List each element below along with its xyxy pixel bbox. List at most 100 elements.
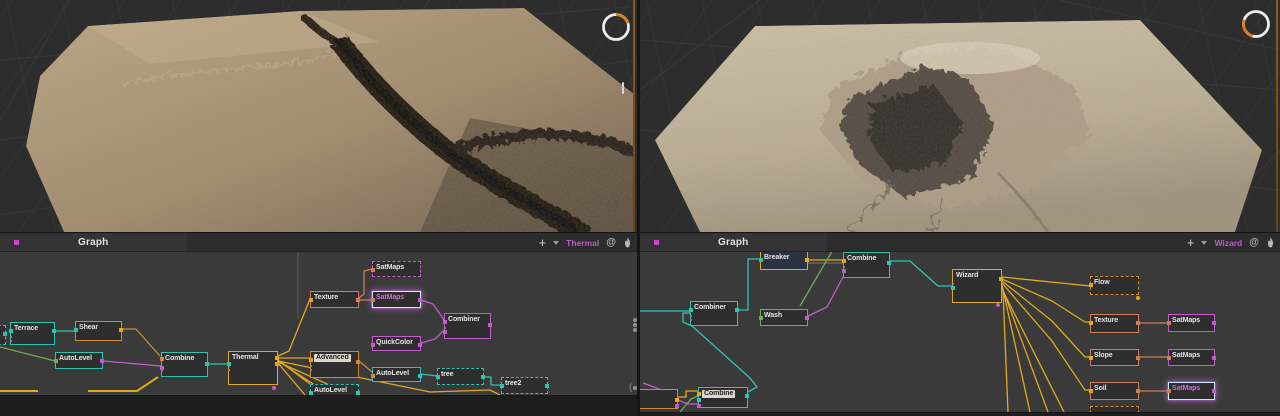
graph-node-texture[interactable]: Texture	[310, 291, 359, 308]
graph-node[interactable]	[640, 389, 678, 409]
graph-node-tree[interactable]: tree	[437, 368, 484, 385]
node-port[interactable]	[356, 360, 360, 364]
node-port[interactable]	[436, 375, 440, 379]
graph-node-satmaps[interactable]: SatMaps	[372, 261, 421, 277]
node-port[interactable]	[275, 362, 279, 366]
node-port[interactable]	[1089, 321, 1093, 325]
node-port[interactable]	[1212, 356, 1216, 360]
vertical-splitter[interactable]	[637, 0, 640, 416]
node-port[interactable]	[1212, 389, 1216, 393]
graph-node-satmaps[interactable]: SatMaps	[1168, 382, 1215, 400]
graph-canvas-left[interactable]: Terrace Shear AutoLevel Combine Thermal Textu…	[0, 252, 637, 416]
graph-node-satmaps[interactable]: SatMaps	[372, 291, 421, 308]
node-port[interactable]	[119, 328, 123, 332]
graph-node-autolevel[interactable]: AutoLevel	[55, 352, 103, 369]
node-port[interactable]	[371, 268, 375, 272]
add-node-button[interactable]: +	[539, 236, 547, 249]
graph-node-slope[interactable]: Slope	[1090, 349, 1139, 366]
node-port[interactable]	[275, 356, 279, 360]
node-port[interactable]	[356, 298, 360, 302]
graph-canvas-right[interactable]: Combiner Breaker Combine Wash Wizard Flow Text…	[640, 252, 1280, 416]
node-port[interactable]	[675, 398, 679, 402]
splitter-handle[interactable]	[622, 82, 624, 94]
node-port[interactable]	[745, 394, 749, 398]
node-port[interactable]	[418, 374, 422, 378]
graph-node-combiner[interactable]: Combiner	[444, 313, 491, 339]
portal-icon[interactable]: @	[1249, 237, 1259, 248]
node-port[interactable]	[309, 298, 313, 302]
node-port[interactable]	[735, 308, 739, 312]
node-port[interactable]	[1212, 321, 1216, 325]
viewport-3d-left[interactable]	[0, 0, 637, 232]
node-port[interactable]	[1136, 321, 1140, 325]
node-port[interactable]	[443, 320, 447, 324]
collapse-handle[interactable]: (	[629, 382, 632, 392]
graph-node-thermal[interactable]: Thermal	[228, 351, 278, 385]
compass-gizmo[interactable]	[600, 11, 632, 43]
node-port[interactable]	[999, 277, 1003, 281]
node-port[interactable]	[759, 316, 763, 320]
node-port[interactable]	[488, 323, 492, 327]
graph-node-wizard[interactable]: Wizard	[952, 269, 1002, 303]
node-port[interactable]	[697, 392, 701, 396]
node-port[interactable]	[100, 359, 104, 363]
node-port[interactable]	[74, 328, 78, 332]
graph-node-advanced[interactable]: Advanced	[310, 351, 359, 378]
graph-node-wash[interactable]: Wash	[760, 309, 808, 326]
node-port[interactable]	[887, 261, 891, 265]
graph-node-combiner[interactable]: Combiner	[690, 301, 738, 326]
chevron-down-icon[interactable]	[1201, 241, 1207, 245]
flame-icon[interactable]	[1266, 237, 1275, 248]
graph-node-quickcolor[interactable]: QuickColor	[372, 336, 421, 351]
graph-node-breaker[interactable]: Breaker	[760, 252, 808, 270]
graph-node-flow[interactable]: Flow	[1090, 276, 1139, 295]
graph-node-combine[interactable]: Combine	[161, 352, 208, 377]
compass-gizmo[interactable]	[1240, 8, 1272, 40]
node-port[interactable]	[205, 362, 209, 366]
node-port[interactable]	[1089, 389, 1093, 393]
node-port[interactable]	[842, 259, 846, 263]
node-port[interactable]	[805, 258, 809, 262]
graph-node-soil[interactable]: Soil	[1090, 382, 1139, 400]
node-port[interactable]	[697, 398, 701, 402]
portal-icon[interactable]: @	[606, 237, 616, 248]
node-port[interactable]	[9, 329, 13, 333]
node-port[interactable]	[1089, 356, 1093, 360]
graph-node-terrace[interactable]: Terrace	[10, 322, 55, 345]
node-port[interactable]	[1136, 389, 1140, 393]
node-port[interactable]	[3, 332, 7, 336]
graph-node[interactable]	[0, 325, 6, 345]
node-port[interactable]	[418, 343, 422, 347]
graph-node-combine[interactable]: Combine	[843, 252, 890, 278]
node-port[interactable]	[697, 404, 701, 408]
node-port[interactable]	[805, 316, 809, 320]
graph-node-texture[interactable]: Texture	[1090, 314, 1139, 333]
graph-node-satmaps[interactable]: SatMaps	[1168, 314, 1215, 332]
node-port[interactable]	[545, 384, 549, 388]
node-port[interactable]	[500, 384, 504, 388]
node-port[interactable]	[689, 308, 693, 312]
node-port[interactable]	[1167, 321, 1171, 325]
node-port[interactable]	[1089, 283, 1093, 287]
chevron-down-icon[interactable]	[553, 241, 559, 245]
node-port[interactable]	[481, 375, 485, 379]
node-port[interactable]	[371, 374, 375, 378]
node-port[interactable]	[52, 329, 56, 333]
node-port[interactable]	[418, 298, 422, 302]
node-port[interactable]	[309, 358, 313, 362]
flame-icon[interactable]	[623, 237, 632, 248]
graph-node-shear[interactable]: Shear	[75, 321, 122, 341]
node-port[interactable]	[371, 343, 375, 347]
node-port[interactable]	[160, 357, 164, 361]
add-node-button[interactable]: +	[1187, 236, 1195, 249]
graph-node-autolevel[interactable]: AutoLevel	[372, 367, 421, 382]
node-port[interactable]	[1167, 389, 1171, 393]
node-port[interactable]	[54, 359, 58, 363]
node-port[interactable]	[1136, 356, 1140, 360]
viewport-3d-right[interactable]	[640, 0, 1280, 232]
graph-node-tree2[interactable]: tree2	[501, 377, 548, 394]
graph-node-combine[interactable]: Combine	[698, 387, 748, 408]
graph-node-satmaps[interactable]: SatMaps	[1168, 349, 1215, 366]
node-port[interactable]	[759, 258, 763, 262]
node-port[interactable]	[675, 404, 679, 408]
